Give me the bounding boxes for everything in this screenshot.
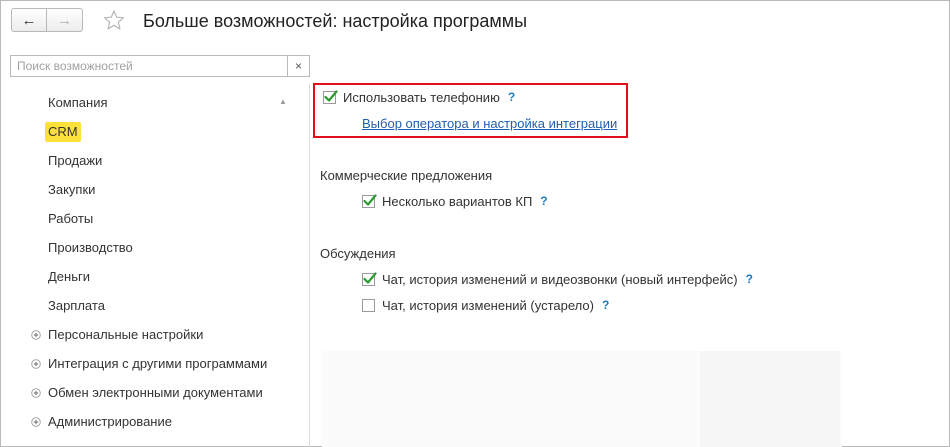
- commercial-checkbox[interactable]: [362, 193, 377, 208]
- commercial-label[interactable]: Несколько вариантов КП: [382, 194, 532, 209]
- discussions-new-checkbox[interactable]: [362, 271, 377, 286]
- discussions-old-label[interactable]: Чат, история изменений (устарело): [382, 298, 594, 313]
- telephony-setting: Использовать телефонию ?: [323, 88, 515, 106]
- sidebar-item-money[interactable]: Деньги: [48, 267, 90, 287]
- help-icon[interactable]: ?: [508, 90, 515, 104]
- help-icon[interactable]: ?: [746, 272, 753, 286]
- telephony-label[interactable]: Использовать телефонию: [343, 90, 500, 105]
- search-input[interactable]: [11, 56, 287, 76]
- commercial-setting: Несколько вариантов КП ?: [362, 192, 548, 210]
- back-button[interactable]: ←: [11, 8, 47, 32]
- close-icon: ×: [294, 59, 302, 73]
- check-icon: [363, 271, 377, 284]
- expand-icon[interactable]: [31, 417, 41, 427]
- sidebar-item-company[interactable]: Компания: [48, 93, 108, 113]
- discussions-new-setting: Чат, история изменений и видеозвонки (но…: [362, 270, 753, 288]
- telephony-checkbox[interactable]: [323, 89, 338, 104]
- help-icon[interactable]: ?: [540, 194, 547, 208]
- sidebar-item-administration[interactable]: Администрирование: [48, 412, 172, 432]
- arrow-left-icon: ←: [21, 11, 37, 29]
- sidebar-item-works[interactable]: Работы: [48, 209, 93, 229]
- navigation-buttons: ← →: [11, 8, 83, 34]
- discussions-old-setting: Чат, история изменений (устарело) ?: [362, 296, 609, 314]
- expand-icon[interactable]: [31, 388, 41, 398]
- sidebar-item-sales[interactable]: Продажи: [48, 151, 102, 171]
- telephony-settings-link[interactable]: Выбор оператора и настройка интеграции: [362, 116, 617, 131]
- expand-icon[interactable]: [31, 330, 41, 340]
- scroll-up-icon[interactable]: ▲: [279, 97, 287, 106]
- check-icon: [363, 193, 377, 206]
- search-box: ×: [10, 55, 310, 77]
- sidebar-item-purchases[interactable]: Закупки: [48, 180, 95, 200]
- sidebar-item-edi[interactable]: Обмен электронными документами: [48, 383, 263, 403]
- blank-panel-shade: [700, 351, 840, 447]
- discussions-section-title: Обсуждения: [320, 246, 396, 261]
- forward-button[interactable]: →: [47, 8, 83, 32]
- page-title: Больше возможностей: настройка программы: [143, 11, 528, 31]
- discussions-old-checkbox[interactable]: [362, 298, 375, 312]
- star-icon[interactable]: [103, 9, 125, 31]
- discussions-new-label[interactable]: Чат, история изменений и видеозвонки (но…: [382, 272, 738, 287]
- help-icon[interactable]: ?: [602, 298, 609, 312]
- commercial-section-title: Коммерческие предложения: [320, 168, 493, 183]
- sidebar-item-integration[interactable]: Интеграция с другими программами: [48, 354, 267, 374]
- sidebar-item-crm[interactable]: CRM: [45, 122, 81, 142]
- panel-divider: [309, 84, 310, 447]
- arrow-right-icon: →: [57, 11, 72, 29]
- expand-icon[interactable]: [31, 359, 41, 369]
- sidebar-item-production[interactable]: Производство: [48, 238, 133, 258]
- sidebar-item-personal-settings[interactable]: Персональные настройки: [48, 325, 203, 345]
- clear-search-button[interactable]: ×: [287, 56, 309, 76]
- check-icon: [324, 89, 338, 102]
- sidebar-item-salary[interactable]: Зарплата: [48, 296, 105, 316]
